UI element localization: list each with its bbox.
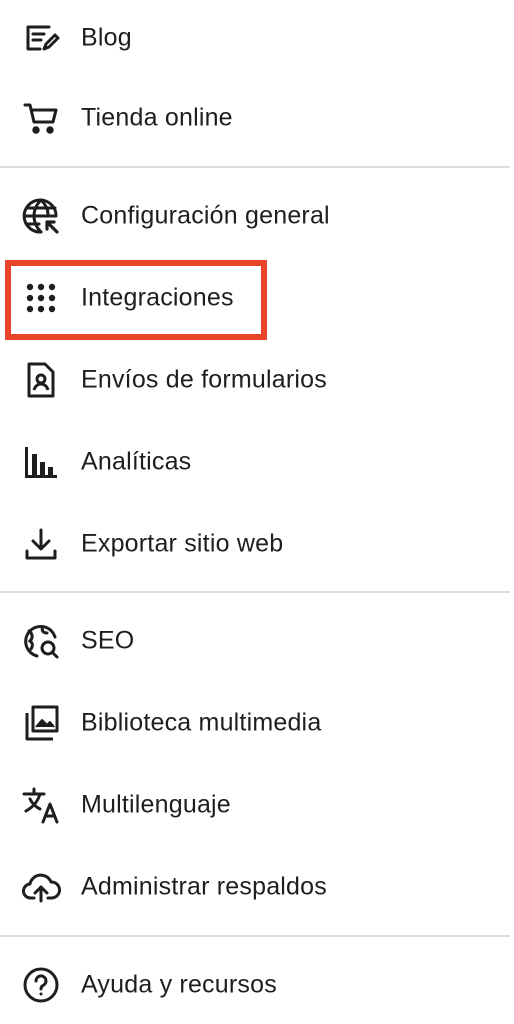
cloud-upload-icon (19, 865, 63, 909)
menu-item-label: Multilenguaje (81, 790, 231, 819)
menu-item-label: Blog (81, 23, 132, 52)
menu-item-blog[interactable]: Blog (0, 8, 514, 68)
menu-item-online-store[interactable]: Tienda online (0, 88, 514, 148)
divider (0, 166, 510, 168)
menu-item-label: Exportar sitio web (81, 529, 284, 558)
menu-item-label: SEO (81, 626, 135, 655)
menu-item-label: Analíticas (81, 447, 192, 476)
menu-item-form-submissions[interactable]: Envíos de formularios (0, 350, 514, 410)
highlight-box (5, 260, 267, 340)
help-circle-icon (19, 963, 63, 1007)
menu-item-manage-backups[interactable]: Administrar respaldos (0, 857, 514, 917)
globe-settings-icon (19, 194, 63, 238)
menu-item-label: Biblioteca multimedia (81, 708, 322, 737)
menu-item-multilanguage[interactable]: Multilenguaje (0, 775, 514, 835)
menu-item-label: Tienda online (81, 103, 233, 132)
divider (0, 591, 510, 593)
menu-item-seo[interactable]: SEO (0, 611, 514, 671)
blog-edit-icon (19, 16, 63, 60)
menu-item-label: Envíos de formularios (81, 365, 327, 394)
menu-item-general-settings[interactable]: Configuración general (0, 186, 514, 246)
download-icon (19, 522, 63, 566)
shopping-cart-icon (19, 96, 63, 140)
menu-item-media-library[interactable]: Biblioteca multimedia (0, 693, 514, 753)
form-submission-icon (19, 358, 63, 402)
settings-menu: Blog Tienda online Configuración general (0, 0, 514, 1024)
globe-search-icon (19, 619, 63, 663)
bar-chart-icon (19, 440, 63, 484)
menu-item-analytics[interactable]: Analíticas (0, 432, 514, 492)
translate-icon (19, 783, 63, 827)
divider (0, 935, 510, 937)
media-library-icon (19, 701, 63, 745)
menu-item-export-website[interactable]: Exportar sitio web (0, 514, 514, 574)
menu-item-label: Administrar respaldos (81, 872, 327, 901)
menu-item-help-resources[interactable]: Ayuda y recursos (0, 955, 514, 1015)
menu-item-label: Configuración general (81, 201, 330, 230)
menu-item-label: Ayuda y recursos (81, 970, 277, 999)
